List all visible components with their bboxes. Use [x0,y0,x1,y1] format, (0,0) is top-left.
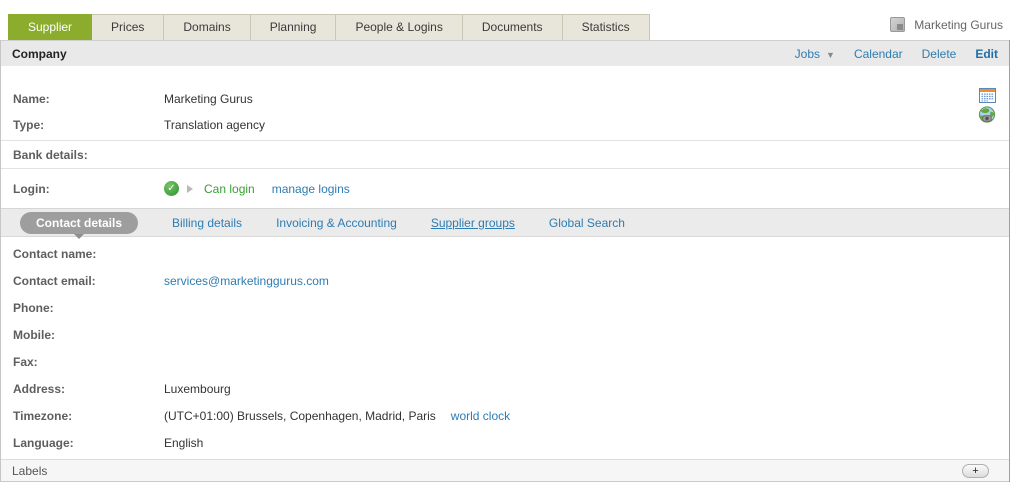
type-value: Translation agency [164,118,265,132]
entity-reference: Marketing Gurus [890,17,1003,32]
row-contact-name: Contact name: [1,240,1009,267]
row-timezone: Timezone: (UTC+01:00) Brussels, Copenhag… [1,402,1009,429]
subtab-supplier-groups[interactable]: Supplier groups [431,216,515,230]
name-value: Marketing Gurus [164,92,253,106]
field-row-bank-details: Bank details: [1,140,1009,168]
supplier-page: Supplier Prices Domains Planning People … [0,0,1010,495]
entity-name: Marketing Gurus [914,18,1003,32]
tab-domains[interactable]: Domains [163,14,250,40]
expand-arrow-icon[interactable] [187,185,193,193]
contact-details-section: Contact name: Contact email: services@ma… [1,240,1009,456]
row-language: Language: English [1,429,1009,456]
field-row-login: Login: ✓ Can login manage logins [1,168,1009,208]
add-label-button[interactable]: + [962,464,989,478]
chevron-down-icon: ▼ [826,50,835,60]
main-tab-bar: Supplier Prices Domains Planning People … [8,14,650,40]
row-contact-email: Contact email: services@marketinggurus.c… [1,267,1009,294]
world-clock-link[interactable]: world clock [451,409,510,423]
manage-logins-link[interactable]: manage logins [272,182,350,196]
subtab-billing-details[interactable]: Billing details [172,216,242,230]
section-title: Company [12,47,67,61]
row-mobile: Mobile: [1,321,1009,348]
tab-statistics[interactable]: Statistics [562,14,650,40]
tab-supplier[interactable]: Supplier [8,14,92,40]
field-row-name: Name: Marketing Gurus [1,86,1009,112]
login-status: Can login [204,182,255,196]
login-label: Login: [1,182,164,196]
labels-title: Labels [12,464,47,478]
record-action-icons [978,87,996,124]
language-label: Language: [1,436,164,450]
mobile-label: Mobile: [1,328,164,342]
check-circle-icon: ✓ [164,181,179,196]
subtab-global-search[interactable]: Global Search [549,216,625,230]
address-label: Address: [1,382,164,396]
fax-label: Fax: [1,355,164,369]
row-fax: Fax: [1,348,1009,375]
company-actions: Jobs ▼ Calendar Delete Edit [795,47,998,61]
delete-link[interactable]: Delete [922,47,957,61]
jobs-dropdown[interactable]: Jobs ▼ [795,47,835,61]
bank-details-label: Bank details: [1,148,164,162]
row-phone: Phone: [1,294,1009,321]
contact-email-label: Contact email: [1,274,164,288]
calendar-widget-icon[interactable] [979,87,996,103]
name-label: Name: [1,92,164,106]
address-value: Luxembourg [164,382,231,396]
labels-bar: Labels + [1,459,1009,482]
company-header: Company Jobs ▼ Calendar Delete Edit [1,40,1009,66]
detail-subtabs: Contact details Billing details Invoicin… [1,208,1009,237]
calendar-link[interactable]: Calendar [854,47,903,61]
contact-name-label: Contact name: [1,247,164,261]
timezone-value: (UTC+01:00) Brussels, Copenhagen, Madrid… [164,409,436,423]
row-address: Address: Luxembourg [1,375,1009,402]
subtab-contact-details[interactable]: Contact details [20,212,138,234]
language-value: English [164,436,203,450]
phone-label: Phone: [1,301,164,315]
contact-email-link[interactable]: services@marketinggurus.com [164,274,329,288]
field-row-type: Type: Translation agency [1,112,1009,138]
edit-link[interactable]: Edit [975,47,998,61]
type-label: Type: [1,118,164,132]
subtab-invoicing-accounting[interactable]: Invoicing & Accounting [276,216,397,230]
tab-people-logins[interactable]: People & Logins [335,14,462,40]
globe-webcam-icon[interactable] [978,106,996,124]
tab-planning[interactable]: Planning [250,14,337,40]
timezone-label: Timezone: [1,409,164,423]
supplier-panel: Company Jobs ▼ Calendar Delete Edit Name:… [0,40,1010,482]
note-icon [890,17,905,32]
jobs-dropdown-label: Jobs [795,47,820,61]
tab-prices[interactable]: Prices [91,14,164,40]
tab-documents[interactable]: Documents [462,14,563,40]
